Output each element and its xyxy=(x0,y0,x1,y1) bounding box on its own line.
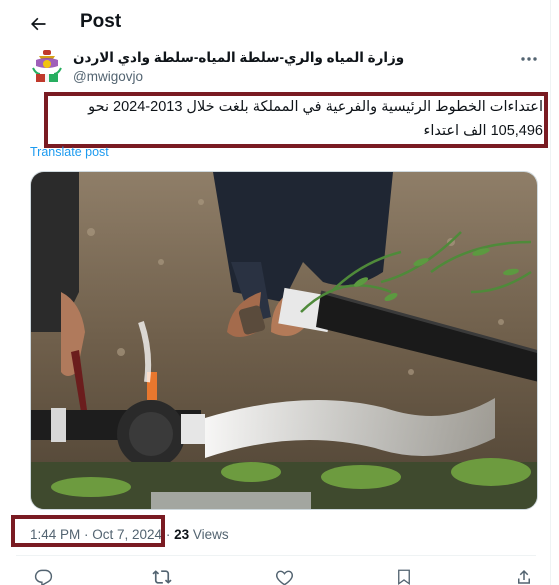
reply-icon xyxy=(34,569,52,585)
action-bar xyxy=(0,563,551,585)
highlight-box-post-text xyxy=(44,92,548,148)
arrow-left-icon xyxy=(31,17,46,31)
repost-icon xyxy=(152,570,172,584)
post-detail-panel: Post وزارة المياه والري-سلطة المياه-سلطة… xyxy=(0,0,551,585)
back-button[interactable] xyxy=(22,8,54,40)
highlight-box-timestamp xyxy=(11,515,165,547)
views-count: 23 xyxy=(174,527,190,542)
jordan-coat-of-arms-icon xyxy=(32,50,62,82)
like-button[interactable] xyxy=(273,566,295,585)
avatar[interactable] xyxy=(30,48,64,84)
divider xyxy=(16,555,536,556)
author-name[interactable]: وزارة المياه والري-سلطة المياه-سلطة وادي… xyxy=(73,50,404,66)
more-horizontal-icon xyxy=(521,57,537,61)
share-button[interactable] xyxy=(513,566,535,585)
share-icon xyxy=(518,569,530,584)
bookmark-icon xyxy=(398,569,410,585)
more-button[interactable] xyxy=(518,50,540,68)
reply-button[interactable] xyxy=(32,566,54,585)
post-image[interactable] xyxy=(30,171,538,510)
like-icon xyxy=(275,570,293,585)
page-title: Post xyxy=(80,11,122,32)
repost-button[interactable] xyxy=(151,566,173,585)
views-label: Views xyxy=(192,527,229,542)
page-header: Post xyxy=(0,0,551,46)
author-handle[interactable]: @mwigovjo xyxy=(73,69,143,84)
translate-post-link[interactable]: Translate post xyxy=(30,145,109,159)
photo-icon xyxy=(31,172,537,509)
bookmark-button[interactable] xyxy=(393,566,415,585)
